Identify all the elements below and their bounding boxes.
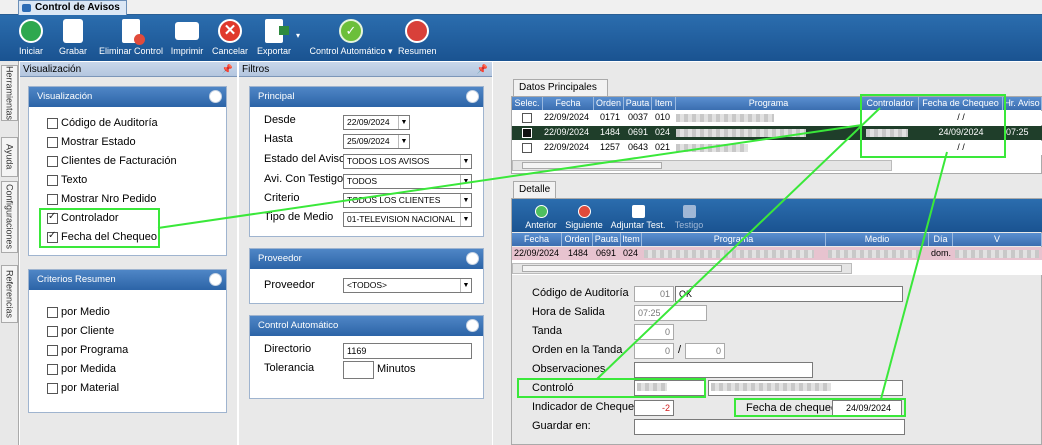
annotation-lines: [157, 107, 948, 400]
